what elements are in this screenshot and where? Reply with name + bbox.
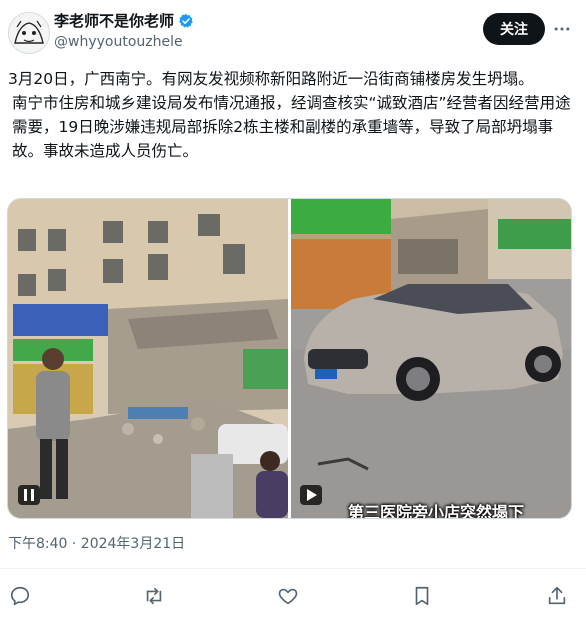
avatar[interactable] xyxy=(8,12,50,54)
media-grid[interactable]: 第三医院旁小店突然塌下 xyxy=(7,198,572,519)
more-horizontal-icon[interactable] xyxy=(551,18,573,40)
share-icon[interactable] xyxy=(545,584,569,608)
display-name[interactable]: 李老师不是你老师 xyxy=(54,11,174,31)
left-video[interactable] xyxy=(8,199,288,518)
display-name-row[interactable]: 李老师不是你老师 xyxy=(54,11,194,31)
play-icon[interactable] xyxy=(300,485,322,505)
post-timestamp[interactable]: 下午8:40 · 2024年3月21日 xyxy=(8,534,185,554)
post-paragraph-2: 南宁市住房和城乡建设局发布情况通报，经调查核实“诚致酒店”经营者因经营用途需要，… xyxy=(12,94,571,160)
video-caption: 第三医院旁小店突然塌下 xyxy=(348,503,525,519)
verified-badge-icon xyxy=(178,13,194,29)
divider xyxy=(0,568,586,569)
bookmark-icon[interactable] xyxy=(410,584,434,608)
user-handle[interactable]: @whyyoutouzhele xyxy=(54,33,183,51)
like-icon[interactable] xyxy=(276,584,300,608)
follow-button[interactable]: 关注 xyxy=(483,13,545,45)
repost-icon[interactable] xyxy=(142,584,166,608)
post-paragraph-1: 3月20日，广西南宁。有网友发视频称新阳路附近一沿街商铺楼房发生坍塌。 xyxy=(8,70,534,88)
pause-icon[interactable] xyxy=(18,485,40,505)
right-video[interactable] xyxy=(291,199,571,518)
post-text: 3月20日，广西南宁。有网友发视频称新阳路附近一沿街商铺楼房发生坍塌。 南宁市住… xyxy=(8,67,574,163)
reply-icon[interactable] xyxy=(8,584,32,608)
avatar-image xyxy=(9,13,49,53)
